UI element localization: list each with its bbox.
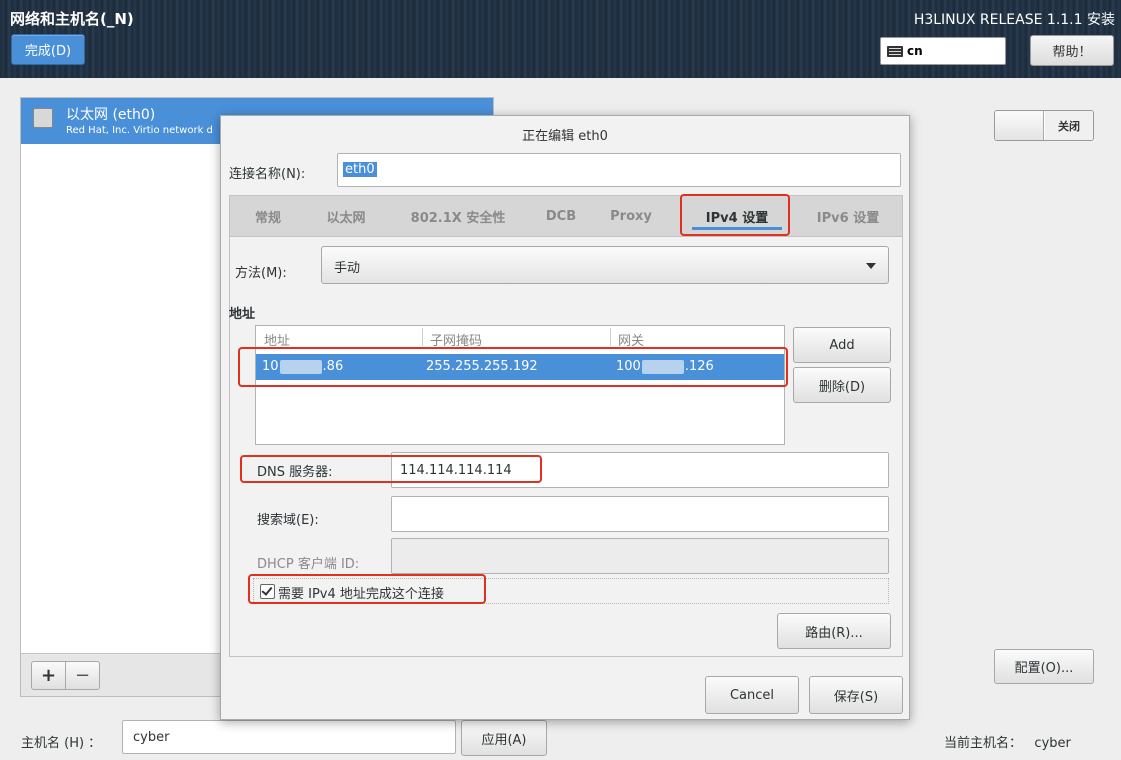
remove-connection-button[interactable]: − [65, 661, 100, 690]
delete-address-button[interactable]: 删除(D) [793, 367, 891, 403]
add-connection-button[interactable]: + [31, 661, 66, 690]
tab-general[interactable]: 常规 [238, 196, 298, 236]
help-button[interactable]: 帮助！ [1030, 35, 1114, 66]
chevron-down-icon [866, 263, 876, 269]
connection-name-value: eth0 [343, 162, 377, 177]
edit-connection-dialog: 正在编辑 eth0 连接名称(N): eth0 常规 以太网 802.1X 安全… [220, 115, 910, 720]
highlight-ipv4-tab [680, 194, 790, 236]
dhcp-client-id-label: DHCP 客户端 ID: [257, 557, 360, 572]
highlight-require-ipv4 [248, 574, 486, 604]
search-domains-label: 搜索域(E): [257, 513, 319, 528]
tab-8021x-security[interactable]: 802.1X 安全性 [390, 196, 526, 236]
dhcp-client-id-input [391, 538, 889, 574]
routes-button[interactable]: 路由(R)... [777, 613, 891, 649]
method-select[interactable]: 手动 [321, 246, 889, 284]
dialog-title: 正在编辑 eth0 [522, 128, 608, 144]
current-hostname-value: cyber [1034, 736, 1071, 751]
page-title: 网络和主机名(_N) [10, 10, 134, 28]
keyboard-icon [887, 45, 903, 57]
column-divider [422, 328, 423, 346]
tab-proxy[interactable]: Proxy [596, 196, 666, 236]
hostname-input[interactable]: cyber [122, 720, 456, 754]
method-label: 方法(M): [235, 266, 287, 281]
device-toggle[interactable]: 关闭 [994, 110, 1094, 141]
toggle-label: 关闭 [1045, 111, 1093, 140]
search-domains-input[interactable] [391, 496, 889, 532]
cancel-button[interactable]: Cancel [705, 676, 799, 714]
method-value: 手动 [334, 261, 361, 276]
connection-description: Red Hat, Inc. Virtio network d [66, 125, 213, 136]
current-hostname: 当前主机名： cyber [944, 732, 1071, 751]
tab-ethernet[interactable]: 以太网 [310, 196, 382, 236]
ethernet-icon [33, 108, 53, 128]
tab-ipv6-settings[interactable]: IPv6 设置 [798, 196, 898, 236]
highlight-dns [240, 455, 542, 483]
keyboard-layout-indicator[interactable]: cn [880, 37, 1006, 65]
column-divider [610, 328, 611, 346]
highlight-address-row [238, 347, 788, 387]
add-address-button[interactable]: Add [793, 327, 891, 363]
release-label: H3LINUX RELEASE 1.1.1 安装 [913, 12, 1115, 28]
apply-button[interactable]: 应用(A) [461, 720, 547, 756]
connection-name: 以太网 (eth0) [66, 107, 156, 123]
settings-tabs: 常规 以太网 802.1X 安全性 DCB Proxy IPv4 设置 IPv6… [229, 195, 903, 237]
keyboard-layout-label: cn [907, 44, 923, 58]
hostname-label: 主机名 (H) ： [21, 736, 102, 751]
done-button[interactable]: 完成(D) [11, 34, 85, 65]
current-hostname-label: 当前主机名： [944, 736, 1023, 751]
save-button[interactable]: 保存(S) [809, 676, 903, 714]
configure-button[interactable]: 配置(O)... [994, 649, 1094, 684]
toggle-knob [995, 111, 1044, 140]
connection-name-input[interactable]: eth0 [337, 153, 901, 187]
connection-name-label: 连接名称(N): [229, 167, 306, 182]
addresses-heading: 地址 [229, 307, 256, 322]
tab-dcb[interactable]: DCB [534, 196, 588, 236]
